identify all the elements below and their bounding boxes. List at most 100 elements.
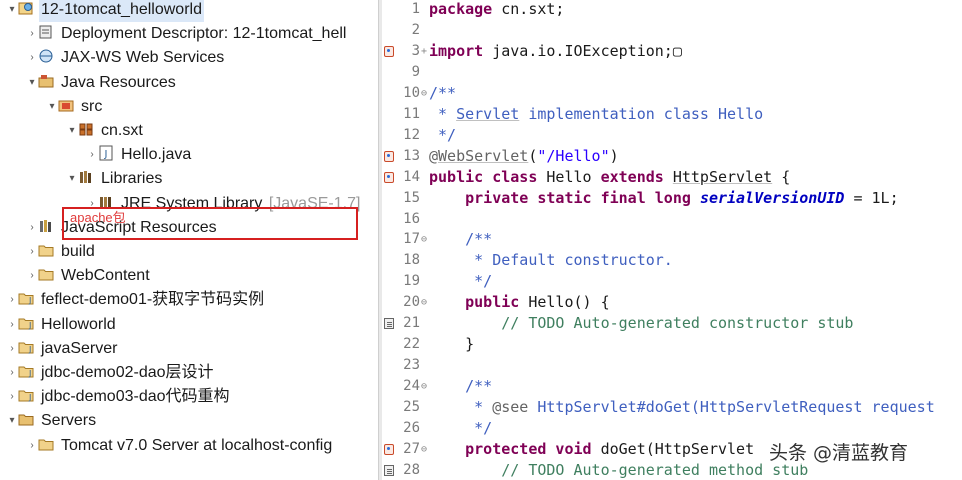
tree-item[interactable]: › JAX-WS Web Services [26, 46, 226, 70]
code-token: package [429, 0, 493, 18]
tree-item[interactable]: › J Hello.java [86, 143, 193, 167]
tree-item[interactable]: ▾ Java Resources [26, 71, 178, 95]
code-line[interactable]: 20 ⊖ public Hello() { [382, 292, 962, 313]
code-line[interactable]: 16 [382, 209, 962, 230]
expand-arrow-icon[interactable]: › [26, 264, 38, 288]
task-marker-icon[interactable] [384, 464, 394, 476]
tree-item[interactable]: › build [26, 240, 97, 264]
tree-item[interactable]: › Jjdbc-demo03-dao代码重构 [6, 385, 232, 409]
servers-folder-icon [18, 411, 34, 427]
code-line[interactable]: 10 ⊖/** [382, 83, 962, 104]
folder-icon [38, 242, 54, 258]
fold-toggle-icon[interactable]: ⊖ [421, 83, 427, 104]
fold-toggle-icon[interactable]: ⊖ [421, 439, 427, 460]
code-token: import [429, 41, 484, 60]
tree-item[interactable]: ▾ Servers [6, 409, 98, 433]
java-resources-icon [38, 73, 54, 89]
tree-item-label: Servers [41, 412, 97, 430]
web-project-icon [18, 0, 34, 16]
code-text: @WebServlet("/Hello") [429, 146, 619, 167]
code-token: } [429, 335, 475, 354]
collapse-arrow-icon[interactable]: ▾ [6, 409, 18, 433]
tree-item-label: 12-1tomcat_helloworld [39, 0, 204, 22]
code-line[interactable]: 17 ⊖ /** [382, 229, 962, 250]
tree-item[interactable]: › Tomcat v7.0 Server at localhost-config [26, 434, 334, 458]
collapse-arrow-icon[interactable]: ▾ [66, 167, 78, 191]
code-line[interactable]: 11 * Servlet implementation class Hello [382, 104, 962, 125]
tree-item[interactable]: ▾ 12-1tomcat_helloworld [6, 0, 204, 22]
tree-item[interactable]: ▾ Libraries [66, 167, 164, 191]
code-line[interactable]: 9 [382, 62, 962, 83]
tree-item[interactable]: › Jfeflect-demo01-获取字节码实例 [6, 288, 266, 312]
expand-arrow-icon[interactable]: › [26, 240, 38, 264]
tree-item[interactable]: › WebContent [26, 264, 152, 288]
code-line[interactable]: 21 // TODO Auto-generated constructor st… [382, 313, 962, 334]
expand-arrow-icon[interactable]: › [6, 361, 18, 385]
java-project-icon: J [18, 363, 34, 379]
collapse-arrow-icon[interactable]: ▾ [26, 71, 38, 95]
code-line[interactable]: 3 + import java.io.IOException;▢ [382, 41, 962, 62]
code-line[interactable]: 19 */ [382, 271, 962, 292]
collapse-arrow-icon[interactable]: ▾ [46, 95, 58, 119]
code-editor[interactable]: 1 package cn.sxt; 2 3 + import java.io.IOExce… [382, 0, 962, 480]
expand-arrow-icon[interactable]: › [86, 143, 98, 167]
code-line[interactable]: 24 ⊖ /** [382, 376, 962, 397]
tree-item-label: Java Resources [61, 73, 176, 91]
code-token: Hello [537, 167, 601, 186]
code-token: /** [465, 377, 493, 396]
deployment-descriptor-icon [38, 24, 54, 40]
tree-item-label: jdbc-demo03-dao代码重构 [41, 388, 230, 406]
code-line[interactable]: 18 * Default constructor. [382, 250, 962, 271]
override-marker-icon[interactable] [384, 45, 394, 57]
override-marker-icon[interactable] [384, 443, 394, 455]
code-token: ) [609, 146, 619, 165]
code-line[interactable]: 15 private static final long serialVersi… [382, 188, 962, 209]
code-line[interactable]: 12 */ [382, 125, 962, 146]
fold-toggle-icon[interactable]: ⊖ [421, 292, 427, 313]
fold-toggle-icon[interactable]: ⊖ [421, 376, 427, 397]
line-number: 2 [411, 21, 420, 38]
code-line[interactable]: 13 @WebServlet("/Hello") [382, 146, 962, 167]
override-marker-icon[interactable] [384, 171, 394, 183]
line-number: 9 [411, 63, 420, 80]
line-number: 24 [403, 378, 420, 395]
tree-item[interactable]: ▾ src [46, 95, 104, 119]
code-line[interactable]: 14 public class Hello extends HttpServlet… [382, 167, 962, 188]
code-line[interactable]: 22 } [382, 334, 962, 355]
expand-arrow-icon[interactable]: › [6, 337, 18, 361]
expand-arrow-icon[interactable]: › [6, 313, 18, 337]
expand-arrow-icon[interactable]: › [26, 434, 38, 458]
code-token: * [429, 104, 457, 123]
code-text: import java.io.IOException;▢ [429, 41, 682, 62]
expand-arrow-icon[interactable]: › [6, 385, 18, 409]
tree-item[interactable]: › Deployment Descriptor: 12-1tomcat_hell [26, 22, 348, 46]
line-number: 3 [411, 42, 420, 59]
code-token: */ [429, 125, 457, 144]
expand-arrow-icon[interactable]: › [6, 288, 18, 312]
task-marker-icon[interactable] [384, 318, 394, 330]
tree-item[interactable]: ▾ cn.sxt [66, 119, 145, 143]
tree-item[interactable]: › JjavaServer [6, 337, 119, 361]
fold-toggle-icon[interactable]: ⊖ [421, 229, 427, 250]
expand-arrow-icon[interactable]: › [26, 216, 38, 240]
expand-arrow-icon[interactable]: › [26, 46, 38, 70]
code-line[interactable]: 23 [382, 355, 962, 376]
expand-arrow-icon[interactable]: › [26, 22, 38, 46]
collapse-arrow-icon[interactable]: ▾ [66, 119, 78, 143]
code-text: protected void doGet(HttpServlet [429, 439, 754, 460]
code-token: implementation class Hello [519, 104, 764, 123]
annotation-note: apache包 [70, 210, 126, 225]
code-line[interactable]: 2 [382, 20, 962, 41]
tree-item[interactable]: › J Helloworld [6, 313, 118, 337]
fold-toggle-icon[interactable]: + [421, 41, 427, 62]
override-marker-icon[interactable] [384, 150, 394, 162]
collapse-arrow-icon[interactable]: ▾ [6, 0, 18, 22]
tree-item[interactable]: › Jjdbc-demo02-dao层设计 [6, 361, 216, 385]
svg-text:J: J [28, 321, 31, 330]
code-line[interactable]: 25 * @see HttpServlet#doGet(HttpServletR… [382, 397, 962, 418]
svg-text:J: J [28, 393, 31, 402]
code-line[interactable]: 1 package cn.sxt; [382, 0, 962, 20]
code-line[interactable]: 26 */ [382, 418, 962, 439]
code-text: * Servlet implementation class Hello [429, 104, 763, 125]
